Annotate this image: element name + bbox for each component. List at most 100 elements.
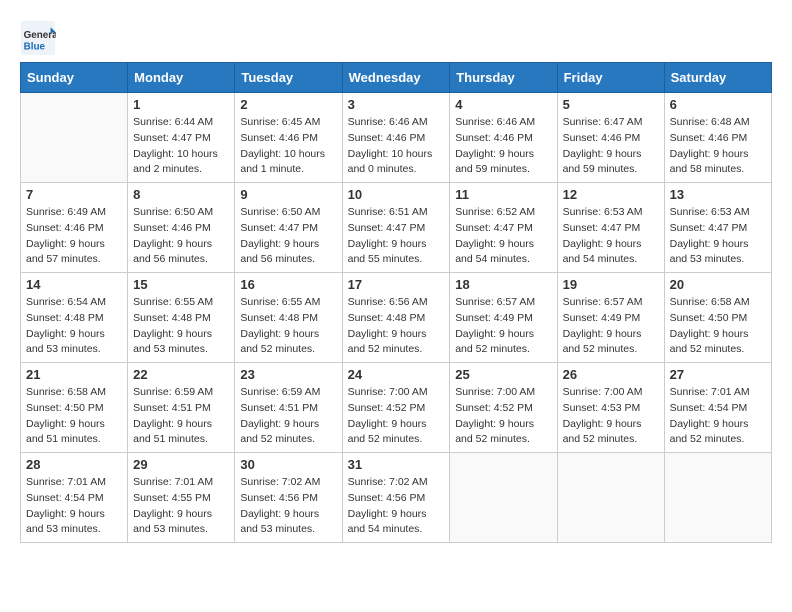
day-info: Sunrise: 6:56 AMSunset: 4:48 PMDaylight:… (348, 295, 445, 358)
day-info: Sunrise: 6:50 AMSunset: 4:47 PMDaylight:… (240, 205, 336, 268)
page-header: General Blue (20, 20, 772, 56)
day-cell: 4 Sunrise: 6:46 AMSunset: 4:46 PMDaylight… (450, 93, 557, 183)
day-info: Sunrise: 6:57 AMSunset: 4:49 PMDaylight:… (455, 295, 551, 358)
day-info: Sunrise: 6:48 AMSunset: 4:46 PMDaylight:… (670, 115, 766, 178)
day-cell: 8 Sunrise: 6:50 AMSunset: 4:46 PMDaylight… (128, 183, 235, 273)
day-cell: 18 Sunrise: 6:57 AMSunset: 4:49 PMDayligh… (450, 273, 557, 363)
day-info: Sunrise: 6:49 AMSunset: 4:46 PMDaylight:… (26, 205, 122, 268)
day-cell: 15 Sunrise: 6:55 AMSunset: 4:48 PMDayligh… (128, 273, 235, 363)
day-number: 23 (240, 367, 336, 382)
day-info: Sunrise: 6:51 AMSunset: 4:47 PMDaylight:… (348, 205, 445, 268)
day-number: 21 (26, 367, 122, 382)
day-cell: 16 Sunrise: 6:55 AMSunset: 4:48 PMDayligh… (235, 273, 342, 363)
day-number: 29 (133, 457, 229, 472)
day-cell: 7Sunrise: 6:49 AMSunset: 4:46 PMDaylight… (21, 183, 128, 273)
day-info: Sunrise: 6:55 AMSunset: 4:48 PMDaylight:… (240, 295, 336, 358)
day-info: Sunrise: 6:46 AMSunset: 4:46 PMDaylight:… (455, 115, 551, 178)
header-thursday: Thursday (450, 63, 557, 93)
day-info: Sunrise: 7:02 AMSunset: 4:56 PMDaylight:… (348, 475, 445, 538)
day-info: Sunrise: 6:45 AMSunset: 4:46 PMDaylight:… (240, 115, 336, 178)
day-info: Sunrise: 7:00 AMSunset: 4:52 PMDaylight:… (348, 385, 445, 448)
day-number: 9 (240, 187, 336, 202)
day-cell: 28 Sunrise: 7:01 AMSunset: 4:54 PMDayligh… (21, 453, 128, 543)
day-info: Sunrise: 6:52 AMSunset: 4:47 PMDaylight:… (455, 205, 551, 268)
day-cell: 29 Sunrise: 7:01 AMSunset: 4:55 PMDayligh… (128, 453, 235, 543)
day-cell: 12Sunrise: 6:53 AMSunset: 4:47 PMDayligh… (557, 183, 664, 273)
day-number: 12 (563, 187, 659, 202)
day-number: 1 (133, 97, 229, 112)
day-cell: 24 Sunrise: 7:00 AMSunset: 4:52 PMDayligh… (342, 363, 450, 453)
day-cell (450, 453, 557, 543)
day-number: 24 (348, 367, 445, 382)
day-info: Sunrise: 6:47 AMSunset: 4:46 PMDaylight:… (563, 115, 659, 178)
header-wednesday: Wednesday (342, 63, 450, 93)
day-number: 5 (563, 97, 659, 112)
day-cell: 3Sunrise: 6:46 AMSunset: 4:46 PMDaylight… (342, 93, 450, 183)
day-info: Sunrise: 6:59 AMSunset: 4:51 PMDaylight:… (240, 385, 336, 448)
day-number: 8 (133, 187, 229, 202)
day-number: 10 (348, 187, 445, 202)
day-number: 22 (133, 367, 229, 382)
week-row-4: 21 Sunrise: 6:58 AMSunset: 4:50 PMDayligh… (21, 363, 772, 453)
day-info: Sunrise: 6:54 AMSunset: 4:48 PMDaylight:… (26, 295, 122, 358)
day-number: 25 (455, 367, 551, 382)
week-row-2: 7Sunrise: 6:49 AMSunset: 4:46 PMDaylight… (21, 183, 772, 273)
day-number: 13 (670, 187, 766, 202)
svg-text:Blue: Blue (24, 42, 46, 53)
header-tuesday: Tuesday (235, 63, 342, 93)
day-number: 14 (26, 277, 122, 292)
day-info: Sunrise: 6:53 AMSunset: 4:47 PMDaylight:… (670, 205, 766, 268)
day-info: Sunrise: 7:01 AMSunset: 4:54 PMDaylight:… (670, 385, 766, 448)
day-info: Sunrise: 7:00 AMSunset: 4:52 PMDaylight:… (455, 385, 551, 448)
logo: General Blue (20, 20, 60, 56)
day-number: 18 (455, 277, 551, 292)
day-info: Sunrise: 7:01 AMSunset: 4:54 PMDaylight:… (26, 475, 122, 538)
day-info: Sunrise: 6:50 AMSunset: 4:46 PMDaylight:… (133, 205, 229, 268)
day-cell (664, 453, 771, 543)
calendar-header-row: SundayMondayTuesdayWednesdayThursdayFrid… (21, 63, 772, 93)
day-number: 26 (563, 367, 659, 382)
day-number: 6 (670, 97, 766, 112)
day-cell: 30Sunrise: 7:02 AMSunset: 4:56 PMDayligh… (235, 453, 342, 543)
day-number: 27 (670, 367, 766, 382)
day-cell: 27 Sunrise: 7:01 AMSunset: 4:54 PMDayligh… (664, 363, 771, 453)
day-cell: 21 Sunrise: 6:58 AMSunset: 4:50 PMDayligh… (21, 363, 128, 453)
day-cell: 22 Sunrise: 6:59 AMSunset: 4:51 PMDayligh… (128, 363, 235, 453)
day-info: Sunrise: 6:55 AMSunset: 4:48 PMDaylight:… (133, 295, 229, 358)
day-number: 4 (455, 97, 551, 112)
day-cell: 20Sunrise: 6:58 AMSunset: 4:50 PMDayligh… (664, 273, 771, 363)
day-cell: 17 Sunrise: 6:56 AMSunset: 4:48 PMDayligh… (342, 273, 450, 363)
day-info: Sunrise: 7:00 AMSunset: 4:53 PMDaylight:… (563, 385, 659, 448)
day-cell: 14 Sunrise: 6:54 AMSunset: 4:48 PMDayligh… (21, 273, 128, 363)
day-cell: 5 Sunrise: 6:47 AMSunset: 4:46 PMDaylight… (557, 93, 664, 183)
day-number: 28 (26, 457, 122, 472)
day-cell: 13 Sunrise: 6:53 AMSunset: 4:47 PMDayligh… (664, 183, 771, 273)
day-number: 16 (240, 277, 336, 292)
header-friday: Friday (557, 63, 664, 93)
day-info: Sunrise: 6:58 AMSunset: 4:50 PMDaylight:… (26, 385, 122, 448)
day-cell: 2 Sunrise: 6:45 AMSunset: 4:46 PMDaylight… (235, 93, 342, 183)
week-row-1: 1Sunrise: 6:44 AMSunset: 4:47 PMDaylight… (21, 93, 772, 183)
day-number: 2 (240, 97, 336, 112)
day-info: Sunrise: 6:46 AMSunset: 4:46 PMDaylight:… (348, 115, 445, 178)
day-cell: 19Sunrise: 6:57 AMSunset: 4:49 PMDayligh… (557, 273, 664, 363)
day-cell: 23 Sunrise: 6:59 AMSunset: 4:51 PMDayligh… (235, 363, 342, 453)
day-cell: 26 Sunrise: 7:00 AMSunset: 4:53 PMDayligh… (557, 363, 664, 453)
day-cell: 9 Sunrise: 6:50 AMSunset: 4:47 PMDaylight… (235, 183, 342, 273)
day-info: Sunrise: 7:02 AMSunset: 4:56 PMDaylight:… (240, 475, 336, 538)
day-number: 15 (133, 277, 229, 292)
day-info: Sunrise: 6:57 AMSunset: 4:49 PMDaylight:… (563, 295, 659, 358)
day-number: 17 (348, 277, 445, 292)
day-info: Sunrise: 7:01 AMSunset: 4:55 PMDaylight:… (133, 475, 229, 538)
week-row-3: 14 Sunrise: 6:54 AMSunset: 4:48 PMDayligh… (21, 273, 772, 363)
header-sunday: Sunday (21, 63, 128, 93)
day-number: 31 (348, 457, 445, 472)
logo-icon: General Blue (20, 20, 56, 56)
day-cell: 1Sunrise: 6:44 AMSunset: 4:47 PMDaylight… (128, 93, 235, 183)
day-cell (21, 93, 128, 183)
day-cell: 31 Sunrise: 7:02 AMSunset: 4:56 PMDayligh… (342, 453, 450, 543)
day-cell (557, 453, 664, 543)
calendar-table: SundayMondayTuesdayWednesdayThursdayFrid… (20, 62, 772, 543)
day-info: Sunrise: 6:59 AMSunset: 4:51 PMDaylight:… (133, 385, 229, 448)
header-saturday: Saturday (664, 63, 771, 93)
